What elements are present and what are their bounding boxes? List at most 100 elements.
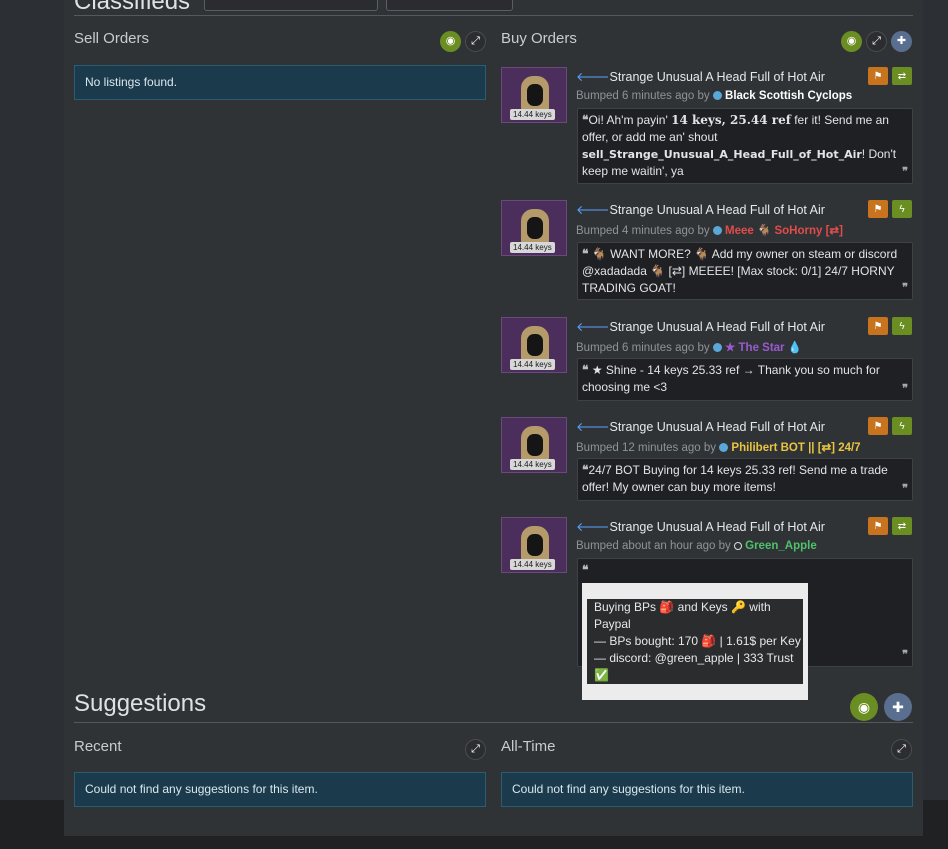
bumped-line: Bumped 4 minutes ago by Meee 🐐 SoHorny [… [576,223,843,237]
comment-bold: sell_Strange_Unusual_A_Head_Full_of_Hot_… [582,148,862,161]
bumped-text: Bumped 6 minutes ago by [576,90,713,102]
page-background-right [923,0,948,800]
quote-close-icon: ❞ [902,282,908,294]
expand-icon[interactable]: ⤢ [465,31,486,52]
listing-title[interactable]: 🡐Strange Unusual A Head Full of Hot Air [576,420,825,435]
expand-icon[interactable]: ⤢ [465,739,486,760]
arrow-left-icon: 🡐 [576,420,610,434]
section-divider [74,722,913,723]
sell-orders-empty: No listings found. [74,65,486,100]
classifieds-title: Classifieds [74,0,191,15]
arrow-left-icon: 🡐 [576,203,610,217]
hat-image-face [527,334,543,356]
buy-orders-title: Buy Orders [501,30,577,47]
item-name: Strange Unusual A Head Full of Hot Air [609,520,825,534]
eye-icon[interactable]: ◉ [841,31,862,52]
arrow-left-icon: 🡐 [576,520,610,534]
flag-icon[interactable]: ⚑ [868,317,888,335]
add-icon[interactable]: ✚ [884,693,912,721]
status-dot-icon [712,226,722,235]
listing-title[interactable]: 🡐Strange Unusual A Head Full of Hot Air [576,520,825,535]
eye-icon[interactable]: ◉ [440,31,461,52]
top-button-2[interactable] [386,0,513,11]
listing-comment: ❝ 🐐 WANT MORE? 🐐 Add my owner on steam o… [577,242,913,300]
status-dot-icon [712,91,722,100]
flag-icon[interactable]: ⚑ [868,517,888,535]
quote-close-icon: ❞ [902,649,908,661]
item-name: Strange Unusual A Head Full of Hot Air [609,320,825,334]
status-ring-icon [733,542,742,550]
status-dot-icon [712,343,722,352]
comment-banner: Buying BPs 🎒 and Keys 🔑 with Paypal — BP… [582,583,808,700]
price-tag: 14.44 keys [510,359,555,370]
listing-title[interactable]: 🡐Strange Unusual A Head Full of Hot Air [576,203,825,218]
classifieds-panel: Classifieds Sell Orders ◉ ⤢ No listings … [64,0,923,836]
recent-title: Recent [74,738,122,755]
item-thumbnail[interactable]: 14.44 keys [501,317,567,373]
trade-offer-button[interactable]: ⇄ [892,67,912,85]
quote-close-icon: ❞ [902,383,908,395]
price-tag: 14.44 keys [510,459,555,470]
item-name: Strange Unusual A Head Full of Hot Air [609,420,825,434]
comment-text: ★ Shine - 14 keys 25.33 ref → Thank you … [582,363,880,394]
flag-icon[interactable]: ⚑ [868,200,888,218]
suggestions-title: Suggestions [74,690,207,717]
alltime-title: All-Time [501,738,556,755]
quote-close-icon: ❞ [902,483,908,495]
page-background-left [0,0,64,800]
listing-title[interactable]: 🡐Strange Unusual A Head Full of Hot Air [576,70,825,85]
bumped-line: Bumped 12 minutes ago by Philibert BOT |… [576,440,861,454]
banner-padding [582,684,808,700]
banner-line: — BPs bought: 170 🎒 | 1.61$ per Key [587,633,803,650]
bumped-text: Bumped 12 minutes ago by [576,442,720,454]
username-link[interactable]: Philibert BOT || [⇄] 24/7 [731,442,860,454]
top-button-1[interactable] [204,0,378,11]
bumped-line: Bumped about an hour ago by Green_Apple [576,540,817,552]
username-link[interactable]: Black Scottish Cyclops [725,90,852,102]
item-thumbnail[interactable]: 14.44 keys [501,417,567,473]
listing-comment: ❝24/7 BOT Buying for 14 keys 25.33 ref! … [577,458,913,501]
username-link[interactable]: Meee 🐐 SoHorny [⇄] [725,225,843,237]
bumped-text: Bumped 6 minutes ago by [576,342,713,354]
listing-comment: ❝Oi! Ah'm payin' 14 keys, 25.44 ref fer … [577,108,913,184]
instant-trade-button[interactable]: ϟ [892,417,912,435]
instant-trade-button[interactable]: ϟ [892,317,912,335]
hat-image-face [527,217,543,239]
instant-trade-button[interactable]: ϟ [892,200,912,218]
expand-icon[interactable]: ⤢ [866,31,887,52]
item-thumbnail[interactable]: 14.44 keys [501,200,567,256]
alltime-empty: Could not find any suggestions for this … [501,772,913,807]
trade-offer-button[interactable]: ⇄ [892,517,912,535]
status-dot-icon [719,443,729,452]
item-thumbnail[interactable]: 14.44 keys [501,67,567,123]
listing-title[interactable]: 🡐Strange Unusual A Head Full of Hot Air [576,320,825,335]
arrow-left-icon: 🡐 [576,70,610,84]
flag-icon[interactable]: ⚑ [868,67,888,85]
section-divider [74,15,913,16]
price-tag: 14.44 keys [510,109,555,120]
expand-icon[interactable]: ⤢ [891,739,912,760]
eye-icon[interactable]: ◉ [850,693,878,721]
add-icon[interactable]: ✚ [891,31,912,52]
hat-image-face [527,534,543,556]
hat-image-face [527,84,543,106]
arrow-left-icon: 🡐 [576,320,610,334]
comment-text: Oi! Ah'm payin' [588,113,672,127]
username-link[interactable]: Green_Apple [745,540,817,552]
username-link[interactable]: ★ The Star 💧 [725,342,802,354]
banner-line: Buying BPs 🎒 and Keys 🔑 with Paypal [587,599,803,633]
quote-open-icon: ❝ [582,563,589,577]
price-tag: 14.44 keys [510,559,555,570]
sell-orders-title: Sell Orders [74,30,150,47]
price-tag: 14.44 keys [510,242,555,253]
bumped-text: Bumped 4 minutes ago by [576,225,713,237]
item-name: Strange Unusual A Head Full of Hot Air [609,70,825,84]
banner-line: — discord: @green_apple | 333 Trust ✅ [587,650,803,684]
comment-text: 24/7 BOT Buying for 14 keys 25.33 ref! S… [582,463,888,494]
flag-icon[interactable]: ⚑ [868,417,888,435]
hat-image-face [527,434,543,456]
item-thumbnail[interactable]: 14.44 keys [501,517,567,573]
quote-open-icon: ❝ [582,247,589,261]
listing-comment: ❝ ★ Shine - 14 keys 25.33 ref → Thank yo… [577,358,913,401]
recent-empty: Could not find any suggestions for this … [74,772,486,807]
